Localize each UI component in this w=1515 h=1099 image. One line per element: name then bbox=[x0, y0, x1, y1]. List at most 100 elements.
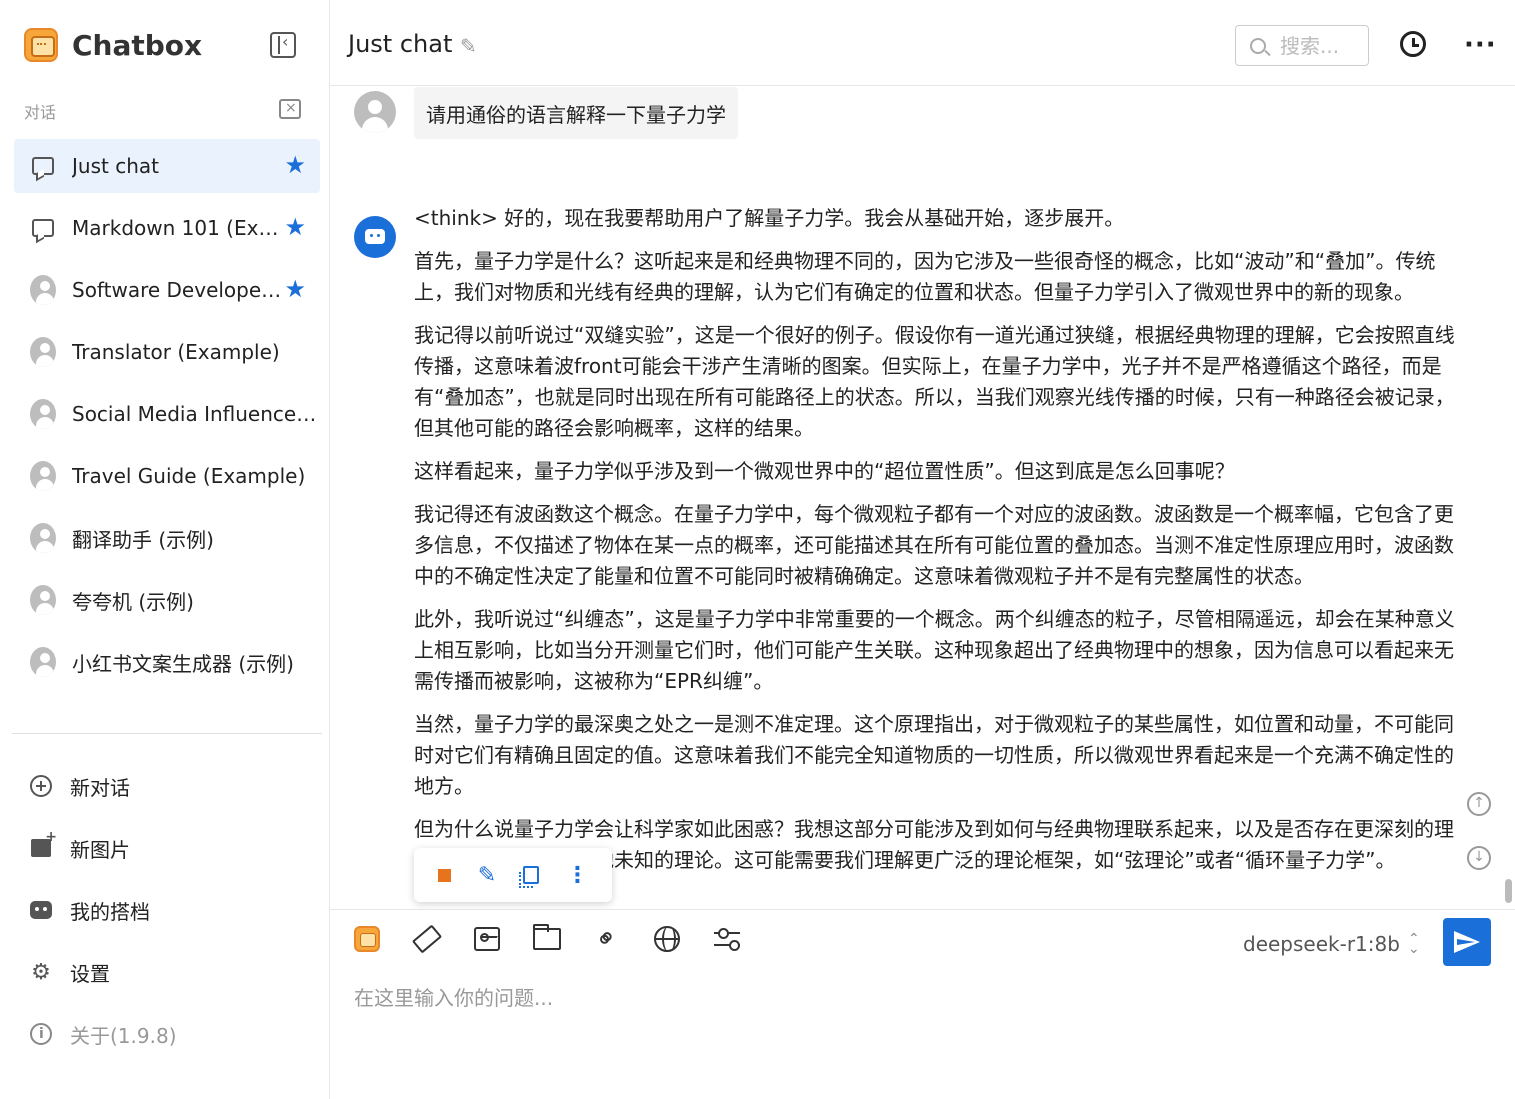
message-list: 请用通俗的语言解释一下量子力学 <think> 好的，现在我要帮助用户了解量子力… bbox=[330, 87, 1500, 909]
chat-bubble-icon bbox=[30, 215, 56, 241]
conversation-item-markdown-101[interactable]: Markdown 101 (Example) ★ bbox=[14, 201, 320, 255]
star-icon[interactable]: ★ bbox=[284, 153, 306, 177]
conversation-label: Software Developer (Example) bbox=[72, 278, 282, 302]
chat-settings-button[interactable] bbox=[712, 924, 742, 954]
chat-header: Just chat ✎ ··· bbox=[330, 0, 1515, 86]
more-options-icon[interactable]: ··· bbox=[1464, 30, 1497, 60]
link-icon: ⚭ bbox=[588, 920, 626, 958]
web-browsing-button[interactable] bbox=[652, 924, 682, 954]
conversation-item-translator[interactable]: Translator (Example) bbox=[14, 325, 320, 379]
conversation-label: Travel Guide (Example) bbox=[72, 464, 306, 488]
conversation-item-software-developer[interactable]: Software Developer (Example) ★ bbox=[14, 263, 320, 317]
conversation-label: 夸夸机 (示例) bbox=[72, 589, 194, 614]
clear-context-button[interactable] bbox=[411, 924, 443, 954]
info-icon bbox=[28, 1021, 54, 1047]
conversation-label: Just chat bbox=[72, 154, 159, 178]
star-icon[interactable]: ★ bbox=[284, 277, 306, 301]
scroll-to-top-icon[interactable]: ↑ bbox=[1467, 792, 1491, 816]
composer: ⚭ deepseek-r1:8b ⌃ ⌄ bbox=[330, 909, 1515, 1099]
edit-title-icon[interactable]: ✎ bbox=[460, 34, 477, 58]
attach-file-button[interactable] bbox=[532, 924, 562, 954]
attach-image-button[interactable] bbox=[472, 924, 502, 954]
search-icon bbox=[1250, 37, 1266, 54]
attach-link-button[interactable]: ⚭ bbox=[589, 921, 626, 958]
settings-label: 设置 bbox=[70, 961, 110, 986]
collapse-sidebar-icon[interactable] bbox=[270, 32, 296, 58]
message-action-toolbar: ✎ ⋮ bbox=[414, 848, 612, 902]
chevron-up-down-icon: ⌃ ⌄ bbox=[1407, 931, 1420, 957]
conversation-item-social-media-influencer[interactable]: Social Media Influencer (Example) bbox=[14, 387, 320, 441]
assistant-paragraph: 当然，量子力学的最深奥之处之一是测不准定理。这个原理指出，对于微观粒子的某些属性… bbox=[414, 712, 1454, 798]
assistant-avatar bbox=[354, 216, 396, 258]
assistant-message: <think> 好的，现在我要帮助用户了解量子力学。我会从基础开始，逐步展开。 … bbox=[414, 203, 1459, 888]
conversation-label: 小红书文案生成器 (示例) bbox=[72, 651, 294, 676]
eraser-icon bbox=[411, 924, 443, 954]
copilot-picker-button[interactable] bbox=[352, 924, 382, 954]
add-circle-icon bbox=[28, 773, 54, 799]
sliders-icon bbox=[714, 928, 740, 950]
more-actions-icon[interactable]: ⋮ bbox=[566, 863, 588, 888]
stop-generating-icon[interactable] bbox=[437, 868, 451, 882]
gear-icon: ⚙ bbox=[31, 959, 51, 985]
assistant-paragraph: 首先，量子力学是什么？这听起来是和经典物理不同的，因为它涉及一些很奇怪的概念，比… bbox=[414, 249, 1436, 304]
chat-bubble-icon bbox=[30, 153, 56, 179]
conversation-label: Social Media Influencer (Example) bbox=[72, 402, 320, 426]
star-icon[interactable]: ★ bbox=[284, 215, 306, 239]
model-name: deepseek-r1:8b bbox=[1243, 932, 1400, 956]
conversation-label: Markdown 101 (Example) bbox=[72, 216, 282, 240]
conversation-item-xiaohongshu-copywriter[interactable]: 小红书文案生成器 (示例) bbox=[14, 635, 320, 689]
globe-icon bbox=[654, 926, 680, 952]
add-image-icon bbox=[28, 829, 57, 861]
my-copilots-button[interactable]: 我的搭档 bbox=[28, 879, 318, 941]
conversation-label: 翻译助手 (示例) bbox=[72, 527, 214, 552]
assistant-paragraph: 我记得还有波函数这个概念。在量子力学中，每个微观粒子都有一个对应的波函数。波函数… bbox=[414, 502, 1454, 588]
conversations-section-label: 对话 bbox=[24, 103, 57, 122]
clear-conversations-icon[interactable] bbox=[279, 99, 301, 119]
brand: Chatbox bbox=[24, 26, 202, 64]
sidebar-menu: 新对话 新图片 我的搭档 ⚙ 设置 关于(1.9.8) bbox=[28, 755, 318, 1065]
assistant-paragraph: 此外，我听说过“纠缠态”，这是量子力学中非常重要的一个概念。两个纠缠态的粒子，尽… bbox=[414, 607, 1455, 693]
about-label: 关于(1.9.8) bbox=[70, 1023, 177, 1048]
about-button[interactable]: 关于(1.9.8) bbox=[28, 1003, 318, 1065]
new-chat-button[interactable]: 新对话 bbox=[28, 755, 318, 817]
my-copilots-label: 我的搭档 bbox=[70, 899, 150, 924]
message-scrollbar[interactable] bbox=[1505, 879, 1512, 903]
new-image-button[interactable]: 新图片 bbox=[28, 817, 318, 879]
message-input[interactable] bbox=[354, 978, 1484, 1018]
sidebar: Chatbox 对话 Just chat ★ Markdown 101 (Exa… bbox=[0, 0, 330, 1099]
user-message: 请用通俗的语言解释一下量子力学 bbox=[414, 87, 738, 139]
user-avatar bbox=[354, 91, 396, 133]
sidebar-divider bbox=[12, 733, 322, 734]
folder-icon bbox=[533, 924, 561, 950]
avatar-icon bbox=[30, 275, 56, 305]
copy-message-icon[interactable] bbox=[519, 866, 540, 888]
assistant-paragraph: <think> 好的，现在我要帮助用户了解量子力学。我会从基础开始，逐步展开。 bbox=[414, 206, 1125, 230]
conversation-list: Just chat ★ Markdown 101 (Example) ★ Sof… bbox=[14, 139, 320, 697]
avatar-icon bbox=[30, 647, 56, 677]
chatbox-logo-icon bbox=[354, 926, 380, 952]
conversation-item-just-chat[interactable]: Just chat ★ bbox=[14, 139, 320, 193]
conversation-item-travel-guide[interactable]: Travel Guide (Example) bbox=[14, 449, 320, 503]
history-icon[interactable] bbox=[1400, 31, 1426, 57]
page-title: Just chat bbox=[348, 30, 453, 58]
avatar-icon bbox=[30, 337, 56, 367]
assistant-paragraph: 我记得以前听说过“双缝实验”，这是一个很好的例子。假设你有一道光通过狭缝，根据经… bbox=[414, 323, 1455, 440]
chatbox-logo-icon bbox=[24, 28, 58, 62]
conversation-item-praise-machine[interactable]: 夸夸机 (示例) bbox=[14, 573, 320, 627]
robot-icon bbox=[28, 897, 54, 923]
settings-button[interactable]: ⚙ 设置 bbox=[28, 941, 318, 1003]
composer-toolbar: ⚭ bbox=[352, 921, 772, 958]
search-box[interactable] bbox=[1235, 25, 1369, 66]
send-icon bbox=[1454, 931, 1480, 953]
model-selector[interactable]: deepseek-r1:8b ⌃ ⌄ bbox=[1243, 932, 1420, 956]
conversation-item-translation-assistant[interactable]: 翻译助手 (示例) bbox=[14, 511, 320, 565]
assistant-paragraph: 这样看起来，量子力学似乎涉及到一个微观世界中的“超位置性质”。但这到底是怎么回事… bbox=[414, 459, 1235, 483]
avatar-icon bbox=[30, 461, 56, 491]
edit-message-icon[interactable]: ✎ bbox=[478, 863, 496, 888]
scroll-to-bottom-icon[interactable]: ↓ bbox=[1467, 846, 1491, 870]
search-input[interactable] bbox=[1280, 33, 1360, 58]
new-image-label: 新图片 bbox=[70, 837, 130, 862]
brand-name: Chatbox bbox=[72, 28, 203, 62]
avatar-icon bbox=[30, 585, 56, 615]
send-button[interactable] bbox=[1443, 918, 1491, 966]
